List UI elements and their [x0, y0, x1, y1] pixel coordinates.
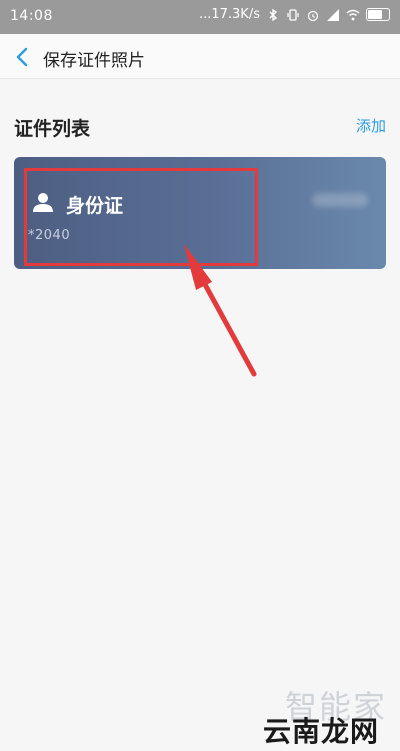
pointer-arrow [184, 244, 257, 377]
alarm-icon [307, 10, 319, 21]
vibrate-icon [287, 8, 299, 21]
page-title: 保存证件照片 [43, 51, 145, 71]
status-bar: 14:08 ...17.3K/s [0, 0, 400, 34]
blurred-info [312, 193, 368, 207]
section-title: 证件列表 [14, 118, 91, 140]
card-number: *2040 [28, 228, 71, 243]
signal-icon [327, 8, 339, 21]
card-name: 身份证 [66, 195, 124, 217]
bluetooth-icon [269, 8, 278, 21]
chevron-left-icon[interactable] [8, 42, 38, 72]
status-time: 14:08 [10, 8, 53, 24]
wifi-icon [346, 9, 360, 20]
status-icons: ...17.3K/s [199, 7, 390, 22]
nav-bar: 保存证件照片 [0, 34, 400, 79]
add-button[interactable]: 添加 [356, 115, 386, 136]
id-card[interactable]: 身份证 *2040 [14, 157, 386, 269]
network-speed: ...17.3K/s [198, 7, 260, 22]
battery-icon [366, 8, 390, 21]
watermark-bottom: 云南龙网 [263, 715, 380, 748]
person-icon [33, 193, 53, 212]
